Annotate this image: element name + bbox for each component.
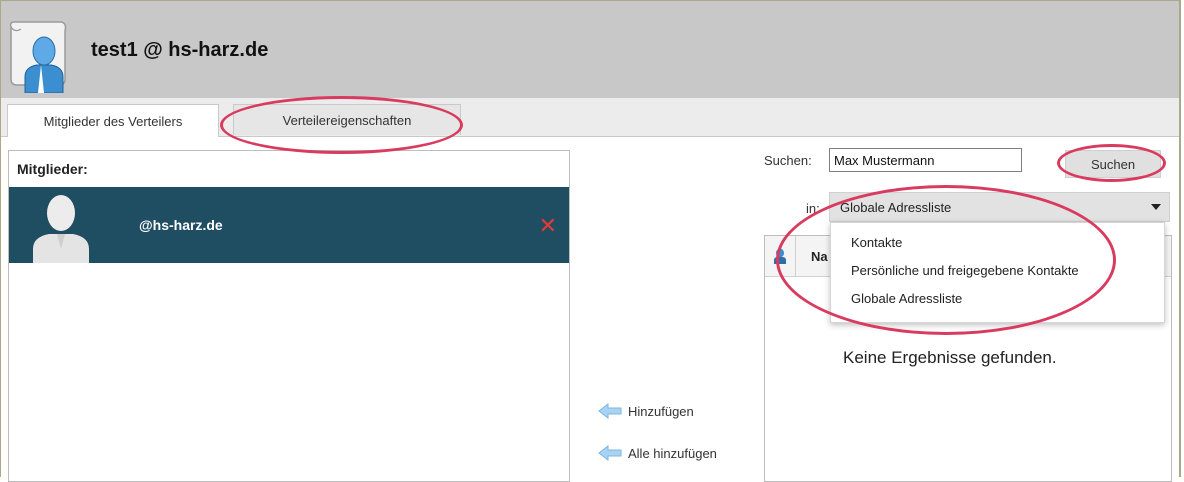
add-all-label: Alle hinzufügen [628, 445, 717, 461]
no-results-text: Keine Ergebnisse gefunden. [843, 348, 1057, 367]
page-title: test1 @ hs-harz.de [91, 39, 269, 61]
search-label: Suchen: [764, 153, 812, 168]
user-card-icon [9, 21, 67, 93]
user-avatar-icon [33, 195, 89, 263]
add-button[interactable]: Hinzufügen [598, 403, 694, 419]
in-label: in: [806, 201, 820, 216]
tab-distribution-properties[interactable]: Verteilereigenschaften [233, 104, 461, 135]
search-button[interactable]: Suchen [1065, 150, 1161, 178]
close-icon[interactable]: ✕ [539, 215, 557, 237]
search-input[interactable] [829, 148, 1022, 172]
dropdown-option-contacts[interactable]: Kontakte [851, 235, 902, 250]
tab-members[interactable]: Mitglieder des Verteilers [7, 104, 219, 137]
select-value: Globale Adressliste [840, 199, 952, 215]
dropdown-option-personal-shared[interactable]: Persönliche und freigegebene Kontakte [851, 263, 1079, 278]
header-bar: test1 @ hs-harz.de [1, 1, 1179, 99]
member-email: @hs-harz.de [139, 217, 223, 233]
dropdown-option-global[interactable]: Globale Adressliste [851, 291, 962, 306]
members-title: Mitglieder: [17, 161, 88, 177]
arrow-left-icon [598, 403, 622, 419]
column-divider [795, 236, 796, 276]
user-icon [774, 248, 786, 264]
add-label: Hinzufügen [628, 403, 694, 419]
chevron-down-icon [1151, 204, 1161, 210]
add-all-button[interactable]: Alle hinzufügen [598, 445, 717, 461]
arrow-left-icon [598, 445, 622, 461]
column-header-name[interactable]: Na [811, 249, 828, 264]
member-row[interactable]: @hs-harz.de ✕ [9, 187, 569, 263]
address-source-select[interactable]: Globale Adressliste [829, 192, 1170, 222]
tab-bar: Mitglieder des Verteilers Verteilereigen… [1, 98, 1179, 137]
members-panel: Mitglieder: @hs-harz.de ✕ [8, 150, 570, 482]
address-source-dropdown: Kontakte Persönliche und freigegebene Ko… [830, 222, 1165, 323]
